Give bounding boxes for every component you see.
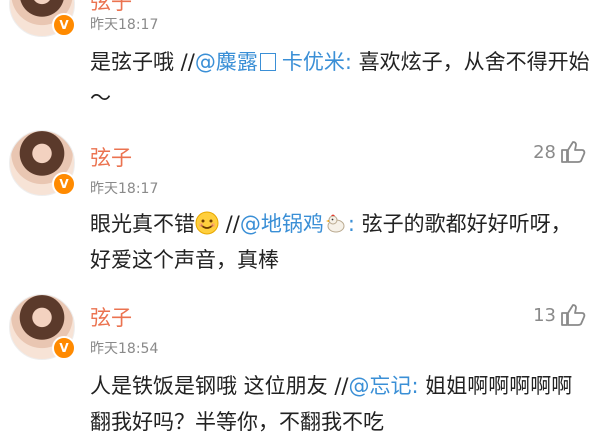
like-count: 13	[533, 304, 556, 326]
comment-text: 是弦子哦 //@麋露 卡优米: 喜欢炫子，从舍不得开始～	[90, 50, 590, 110]
username[interactable]: 弦子	[90, 302, 132, 332]
like-button[interactable]: 28	[533, 140, 586, 164]
timestamp: 昨天18:17	[90, 17, 159, 33]
verified-badge-icon: V	[52, 172, 76, 196]
mention-link[interactable]: @麋露 卡优米:	[195, 50, 352, 74]
box-glyph-icon	[259, 53, 276, 71]
thumbs-up-icon	[561, 304, 586, 326]
mention-link[interactable]: @地锅鸡:	[240, 212, 355, 236]
timestamp: 昨天18:17	[90, 181, 159, 197]
verified-badge-icon: V	[52, 336, 76, 360]
comment-text: 眼光真不错 //@地锅鸡: 弦子的歌都好好听呀，好爱这个声音，真棒	[90, 211, 572, 272]
rooster-emoji	[325, 214, 345, 233]
timestamp: 昨天18:54	[90, 341, 159, 357]
thumbs-up-icon	[561, 141, 586, 163]
like-button[interactable]: 13	[533, 303, 586, 327]
verified-badge-icon: V	[52, 13, 76, 37]
like-count: 28	[533, 141, 556, 163]
username[interactable]: 弦子	[90, 142, 132, 172]
smiling-face-emoji	[195, 211, 219, 235]
comment-text: 人是铁饭是钢哦 这位朋友 //@忘记: 姐姐啊啊啊啊啊翻我好吗？半等你，不翻我不…	[90, 374, 573, 434]
mention-link[interactable]: @忘记:	[349, 374, 419, 398]
